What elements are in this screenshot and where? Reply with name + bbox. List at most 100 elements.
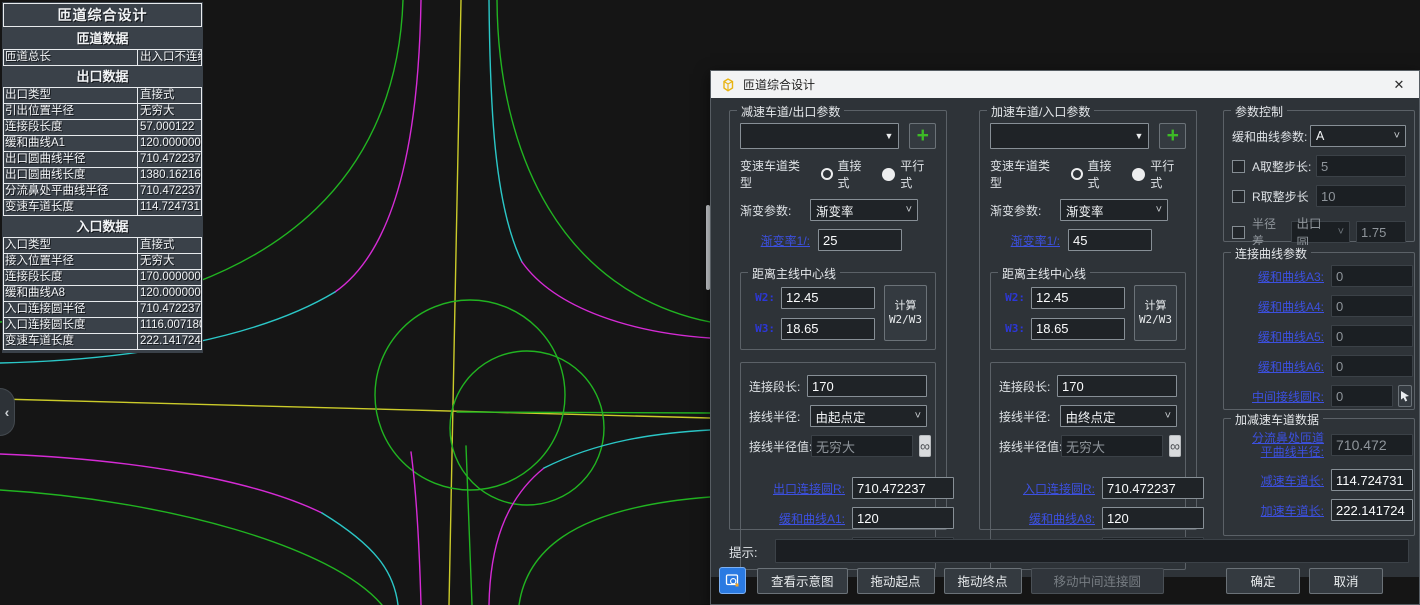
mid-circle-link[interactable]: 中间接线圆R: <box>1232 388 1324 405</box>
row-label: 出口圆曲线长度 <box>4 168 138 183</box>
nose-radius-label-line1: 分流鼻处匝道 <box>1252 431 1324 445</box>
accel-lane-length-input[interactable] <box>1331 499 1413 521</box>
row-label: 出口类型 <box>4 88 138 103</box>
radio-parallel-label[interactable]: 平行式 <box>900 157 936 191</box>
table-row: 引出位置半径无穷大 <box>4 104 201 120</box>
radius-value-label: 接线半径值: <box>999 438 1061 455</box>
ok-button[interactable]: 确定 <box>1226 568 1300 594</box>
row-value: 57.000122 <box>138 120 201 135</box>
dialog-title: 匝道综合设计 <box>743 76 815 93</box>
spiral-a3-link[interactable]: 缓和曲线A3: <box>1232 268 1324 285</box>
nose-radius-link[interactable]: 分流鼻处匝道 平曲线半径: <box>1232 431 1324 459</box>
row-label: 变速车道长度 <box>4 200 138 215</box>
decel-segment-length-input[interactable] <box>807 375 927 397</box>
row-value: 1380.162168 <box>138 168 201 183</box>
accel-infinity-button[interactable]: ∞ <box>1169 435 1181 457</box>
row-value: 222.141724 <box>138 334 201 349</box>
radius-diff-checkbox[interactable] <box>1232 226 1245 239</box>
decel-rate-input[interactable] <box>818 229 902 251</box>
gradient-rate-link[interactable]: 渐变率1/: <box>754 232 810 249</box>
decel-w3-input[interactable] <box>781 318 875 340</box>
prompt-row: 提示: <box>729 539 1409 563</box>
gradient-rate-link[interactable]: 渐变率1/: <box>1004 232 1060 249</box>
accel-add-preset-button[interactable]: + <box>1159 123 1186 149</box>
dropdown-arrow-icon: ▼ <box>885 131 894 141</box>
decel-infinity-button[interactable]: ∞ <box>919 435 931 457</box>
a-step-checkbox[interactable] <box>1232 160 1245 173</box>
accel-lane-length-link[interactable]: 加速车道长: <box>1232 502 1324 519</box>
spiral-a1-link[interactable]: 缓和曲线A1: <box>749 510 845 527</box>
row-label: 入口连接圆半径 <box>4 302 138 317</box>
decel-calc-w2w3-button[interactable]: 计算 W2/W3 <box>884 285 927 341</box>
pick-on-screen-button[interactable] <box>1398 385 1412 407</box>
gradient-param-label: 渐变参数: <box>740 202 810 219</box>
accel-rate-input[interactable] <box>1068 229 1152 251</box>
accel-gradient-dropdown[interactable]: 渐变率 ˅ <box>1060 199 1168 221</box>
accel-w3-input[interactable] <box>1031 318 1125 340</box>
drag-start-button[interactable]: 拖动起点 <box>857 568 935 594</box>
decel-preset-dropdown[interactable]: ▼ <box>740 123 899 149</box>
accel-segment-length-input[interactable] <box>1057 375 1177 397</box>
calc-button-line1: 计算 <box>1145 299 1167 313</box>
r-step-label: R取整步长 <box>1252 188 1309 205</box>
row-value: 114.724731 <box>138 200 201 215</box>
radio-parallel[interactable] <box>1132 168 1145 181</box>
gradient-param-label: 渐变参数: <box>990 202 1060 219</box>
decel-lane-length-input[interactable] <box>1331 469 1413 491</box>
entrance-circle-input[interactable] <box>1102 477 1204 499</box>
accel-entrance-group: 加速车道/入口参数 ▼ + 变速车道类型 直接式 平行式 渐变参数: <box>979 110 1197 530</box>
accel-preset-dropdown[interactable]: ▼ <box>990 123 1149 149</box>
radio-direct-label[interactable]: 直接式 <box>1088 157 1124 191</box>
prompt-label: 提示: <box>729 542 775 561</box>
radio-direct-label[interactable]: 直接式 <box>838 157 874 191</box>
overlay-section-header: 出口数据 <box>2 66 203 87</box>
close-icon[interactable]: ✕ <box>1388 77 1410 93</box>
view-sketch-button[interactable]: 查看示意图 <box>757 568 848 594</box>
table-row: 入口连接圆长度1116.007180 <box>4 318 201 334</box>
row-value: 直接式 <box>138 88 201 103</box>
cancel-button[interactable]: 取消 <box>1309 568 1383 594</box>
dialog-titlebar[interactable]: 匝道综合设计 ✕ <box>711 71 1419 98</box>
row-label: 接入位置半径 <box>4 254 138 269</box>
spiral-param-dropdown[interactable]: A ˅ <box>1310 125 1406 147</box>
radio-parallel-label[interactable]: 平行式 <box>1150 157 1186 191</box>
chevron-down-icon: ˅ <box>915 410 921 422</box>
exit-circle-link[interactable]: 出口连接圆R: <box>749 480 845 497</box>
decel-lane-length-link[interactable]: 减速车道长: <box>1232 472 1324 489</box>
decel-gradient-dropdown[interactable]: 渐变率 ˅ <box>810 199 918 221</box>
decel-exit-group: 减速车道/出口参数 ▼ + 变速车道类型 直接式 平行式 渐变参数: <box>729 110 947 530</box>
decel-distance-group: 距离主线中心线 W2: W3: 计算 W2/W3 <box>740 272 936 350</box>
exit-circle-input[interactable] <box>852 477 954 499</box>
accel-w2-input[interactable] <box>1031 287 1125 309</box>
radio-direct-selected[interactable] <box>821 168 833 180</box>
gradient-value: 渐变率 <box>1066 201 1104 220</box>
move-mid-circle-button: 移动中间连接圆 <box>1031 568 1165 594</box>
entrance-circle-link[interactable]: 入口连接圆R: <box>999 480 1095 497</box>
decel-add-preset-button[interactable]: + <box>909 123 936 149</box>
infinity-icon: ∞ <box>1170 438 1180 454</box>
decel-w2-input[interactable] <box>781 287 875 309</box>
group-title: 减速车道/出口参数 <box>737 103 844 120</box>
table-row: 匝道总长出入口不连续 <box>4 50 201 65</box>
row-value: 120.000000 <box>138 136 201 151</box>
row-label: 出口圆曲线半径 <box>4 152 138 167</box>
nose-radius-input <box>1331 434 1413 456</box>
spiral-a4-link[interactable]: 缓和曲线A4: <box>1232 298 1324 315</box>
radio-parallel[interactable] <box>882 168 895 181</box>
spiral-a8-link[interactable]: 缓和曲线A8: <box>999 510 1095 527</box>
panel-collapse-tab[interactable]: ‹ <box>0 388 15 436</box>
preview-toggle-button[interactable] <box>719 567 746 594</box>
spiral-a6-input <box>1331 355 1413 377</box>
decel-radius-mode-dropdown[interactable]: 由起点定 ˅ <box>810 405 927 427</box>
spiral-a1-input[interactable] <box>852 507 954 529</box>
w2-label: W2: <box>999 291 1025 304</box>
spiral-a8-input[interactable] <box>1102 507 1204 529</box>
dialog-app-icon <box>720 77 736 93</box>
r-step-checkbox[interactable] <box>1232 190 1245 203</box>
accel-calc-w2w3-button[interactable]: 计算 W2/W3 <box>1134 285 1177 341</box>
spiral-a5-link[interactable]: 缓和曲线A5: <box>1232 328 1324 345</box>
drag-end-button[interactable]: 拖动终点 <box>944 568 1022 594</box>
spiral-a6-link[interactable]: 缓和曲线A6: <box>1232 358 1324 375</box>
accel-radius-mode-dropdown[interactable]: 由终点定 ˅ <box>1060 405 1177 427</box>
radio-direct-selected[interactable] <box>1071 168 1083 180</box>
